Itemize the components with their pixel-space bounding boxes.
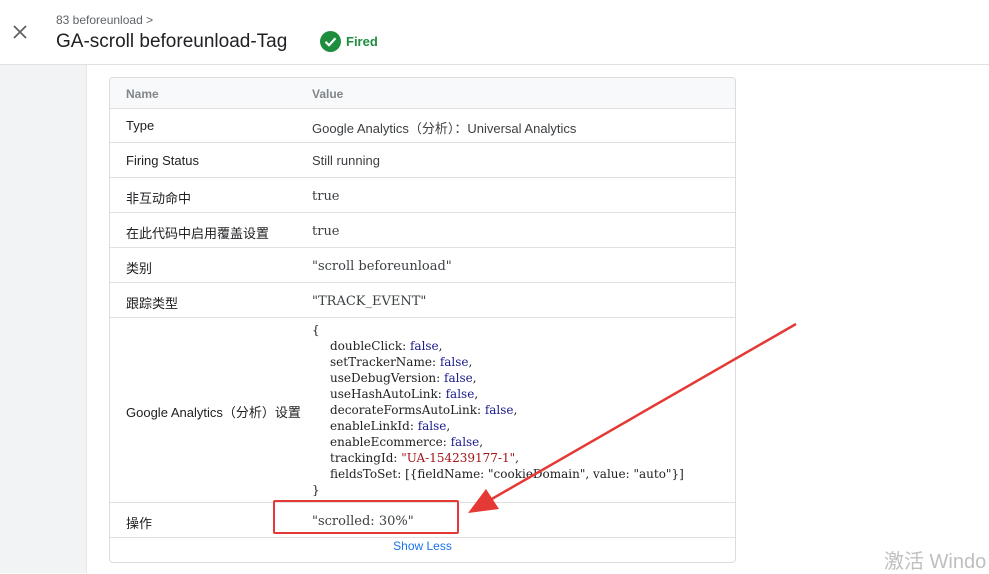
row-name: Google Analytics（分析）设置	[126, 405, 301, 420]
table-row: 类别 "scroll beforeunload"	[110, 248, 735, 283]
field-key: enableEcommerce	[330, 435, 443, 449]
field-key: setTrackerName	[330, 355, 432, 369]
table-row: Type Google Analytics（分析）：Universal Anal…	[110, 108, 735, 143]
row-value: true	[312, 189, 340, 204]
object-field: doubleClick: false,	[330, 339, 443, 353]
field-key: useHashAutoLink	[330, 387, 438, 401]
row-name: 非互动命中	[126, 191, 192, 206]
table-row: Google Analytics（分析）设置 { doubleClick: fal…	[110, 318, 735, 503]
row-name: Firing Status	[126, 153, 199, 168]
row-value: "scroll beforeunload"	[312, 259, 452, 274]
row-value: "TRACK_EVENT"	[312, 294, 427, 309]
field-value: false	[444, 371, 473, 385]
field-value: "UA-154239177-1"	[401, 451, 516, 465]
close-icon	[13, 25, 27, 39]
object-field: setTrackerName: false,	[330, 355, 473, 369]
field-value: [{fieldName: "cookieDomain", value: "aut…	[405, 467, 684, 481]
table-row: 跟踪类型 "TRACK_EVENT"	[110, 283, 735, 318]
tag-detail-header: 83 beforeunload > GA-scroll beforeunload…	[0, 0, 989, 65]
table-row: Firing Status Still running	[110, 143, 735, 178]
column-header-name: Name	[126, 87, 159, 101]
object-field: trackingId: "UA-154239177-1",	[330, 451, 519, 465]
left-panel	[0, 65, 87, 573]
table-row: 在此代码中启用覆盖设置 true	[110, 213, 735, 248]
activation-watermark: 激活 Windo	[884, 551, 987, 573]
row-name: 类别	[126, 261, 153, 276]
close-button[interactable]	[6, 18, 34, 46]
object-field: useDebugVersion: false,	[330, 371, 477, 385]
object-close-brace: }	[312, 483, 320, 497]
page-title: GA-scroll beforeunload-Tag	[56, 31, 288, 52]
field-value: false	[417, 419, 447, 433]
field-value: false	[450, 435, 480, 449]
field-value: false	[484, 403, 514, 417]
settings-object: { doubleClick: false, setTrackerName: fals…	[312, 322, 684, 498]
status-badge: Fired	[320, 31, 378, 52]
breadcrumb[interactable]: 83 beforeunload >	[56, 13, 153, 27]
row-value: Still running	[312, 153, 380, 168]
field-value: false	[439, 355, 469, 369]
field-value: false	[445, 387, 475, 401]
annotation-highlight-box	[273, 500, 459, 534]
row-name: Type	[126, 118, 155, 133]
field-key: decorateFormsAutoLink	[330, 403, 477, 417]
row-name: 跟踪类型	[126, 296, 179, 311]
status-label: Fired	[346, 34, 378, 49]
field-key: doubleClick	[330, 339, 403, 353]
field-key: fieldsToSet	[330, 467, 398, 481]
field-value: false	[409, 339, 439, 353]
check-circle-icon	[320, 31, 341, 52]
object-field: decorateFormsAutoLink: false,	[330, 403, 518, 417]
table-row: 非互动命中 true	[110, 178, 735, 213]
row-value: Google Analytics（分析）：Universal Analytics	[312, 121, 577, 136]
row-name: 在此代码中启用覆盖设置	[126, 226, 270, 241]
object-field: enableLinkId: false,	[330, 419, 451, 433]
field-key: useDebugVersion	[330, 371, 437, 385]
row-value: true	[312, 224, 340, 239]
object-field: useHashAutoLink: false,	[330, 387, 479, 401]
row-name: 操作	[126, 516, 153, 531]
object-open-brace: {	[312, 323, 320, 337]
tag-properties-table: Name Value Type Google Analytics（分析）：Uni…	[109, 77, 736, 563]
column-header-value: Value	[312, 87, 344, 101]
field-key: enableLinkId	[330, 419, 410, 433]
show-less-link[interactable]: Show Less	[110, 539, 735, 553]
object-field: enableEcommerce: false,	[330, 435, 484, 449]
field-key: trackingId	[330, 451, 394, 465]
table-header-row: Name Value	[110, 78, 735, 109]
object-field: fieldsToSet: [{fieldName: "cookieDomain"…	[330, 467, 684, 481]
